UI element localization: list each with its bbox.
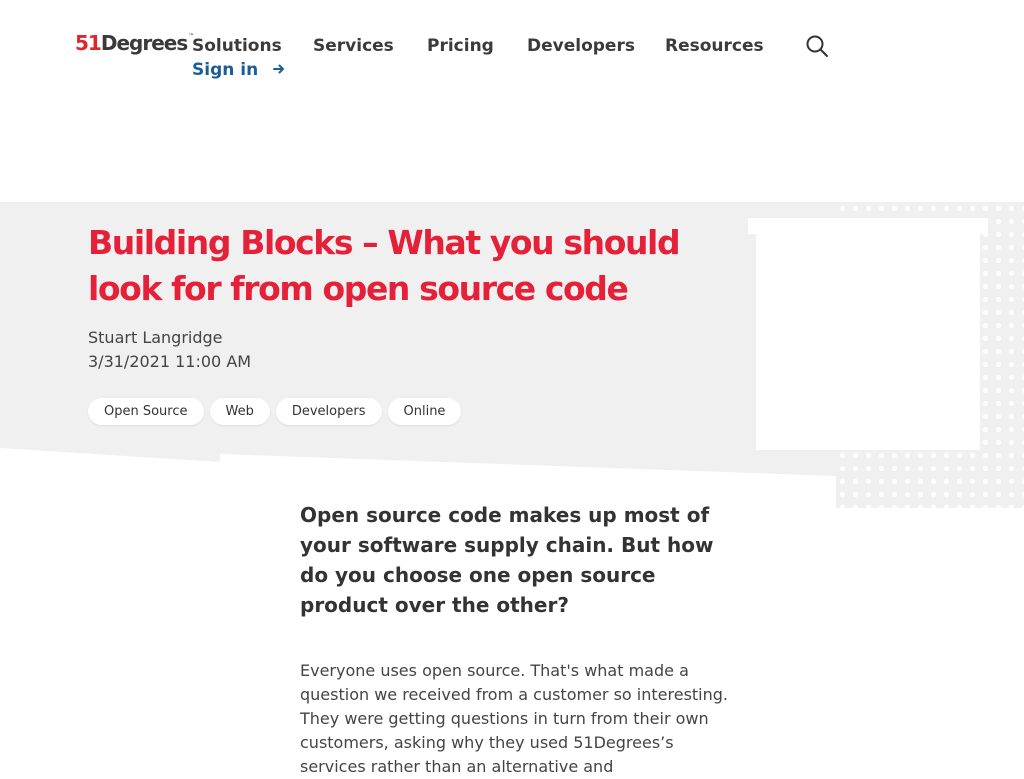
article-author: Stuart Langridge <box>88 328 223 347</box>
nav-developers[interactable]: Developers <box>527 36 635 56</box>
nav-pricing[interactable]: Pricing <box>427 36 494 56</box>
article-date: 3/31/2021 11:00 AM <box>88 352 252 371</box>
sign-in-link[interactable]: Sign in <box>192 60 286 80</box>
sign-in-label: Sign in <box>192 60 259 80</box>
nav-services[interactable]: Services <box>313 36 394 56</box>
article-paragraph: Everyone uses open source. That's what m… <box>300 661 728 776</box>
nav-resources[interactable]: Resources <box>665 36 764 56</box>
tag-web[interactable]: Web <box>209 398 270 425</box>
arrow-right-icon <box>273 64 285 74</box>
hero-image <box>756 230 980 450</box>
logo[interactable]: 51Degrees™ <box>75 31 194 55</box>
logo-word: Degrees <box>100 31 188 55</box>
article-lead: Open source code makes up most of your s… <box>300 503 714 617</box>
tag-developers[interactable]: Developers <box>275 398 382 425</box>
logo-number: 51 <box>75 31 102 55</box>
tag-open-source[interactable]: Open Source <box>88 398 204 425</box>
tag-online[interactable]: Online <box>387 398 462 425</box>
nav-solutions[interactable]: Solutions <box>192 36 282 56</box>
search-icon[interactable] <box>805 34 829 58</box>
tag-list: Open Source Web Developers Online <box>88 398 462 425</box>
article-title: Building Blocks – What you should look f… <box>88 223 681 308</box>
